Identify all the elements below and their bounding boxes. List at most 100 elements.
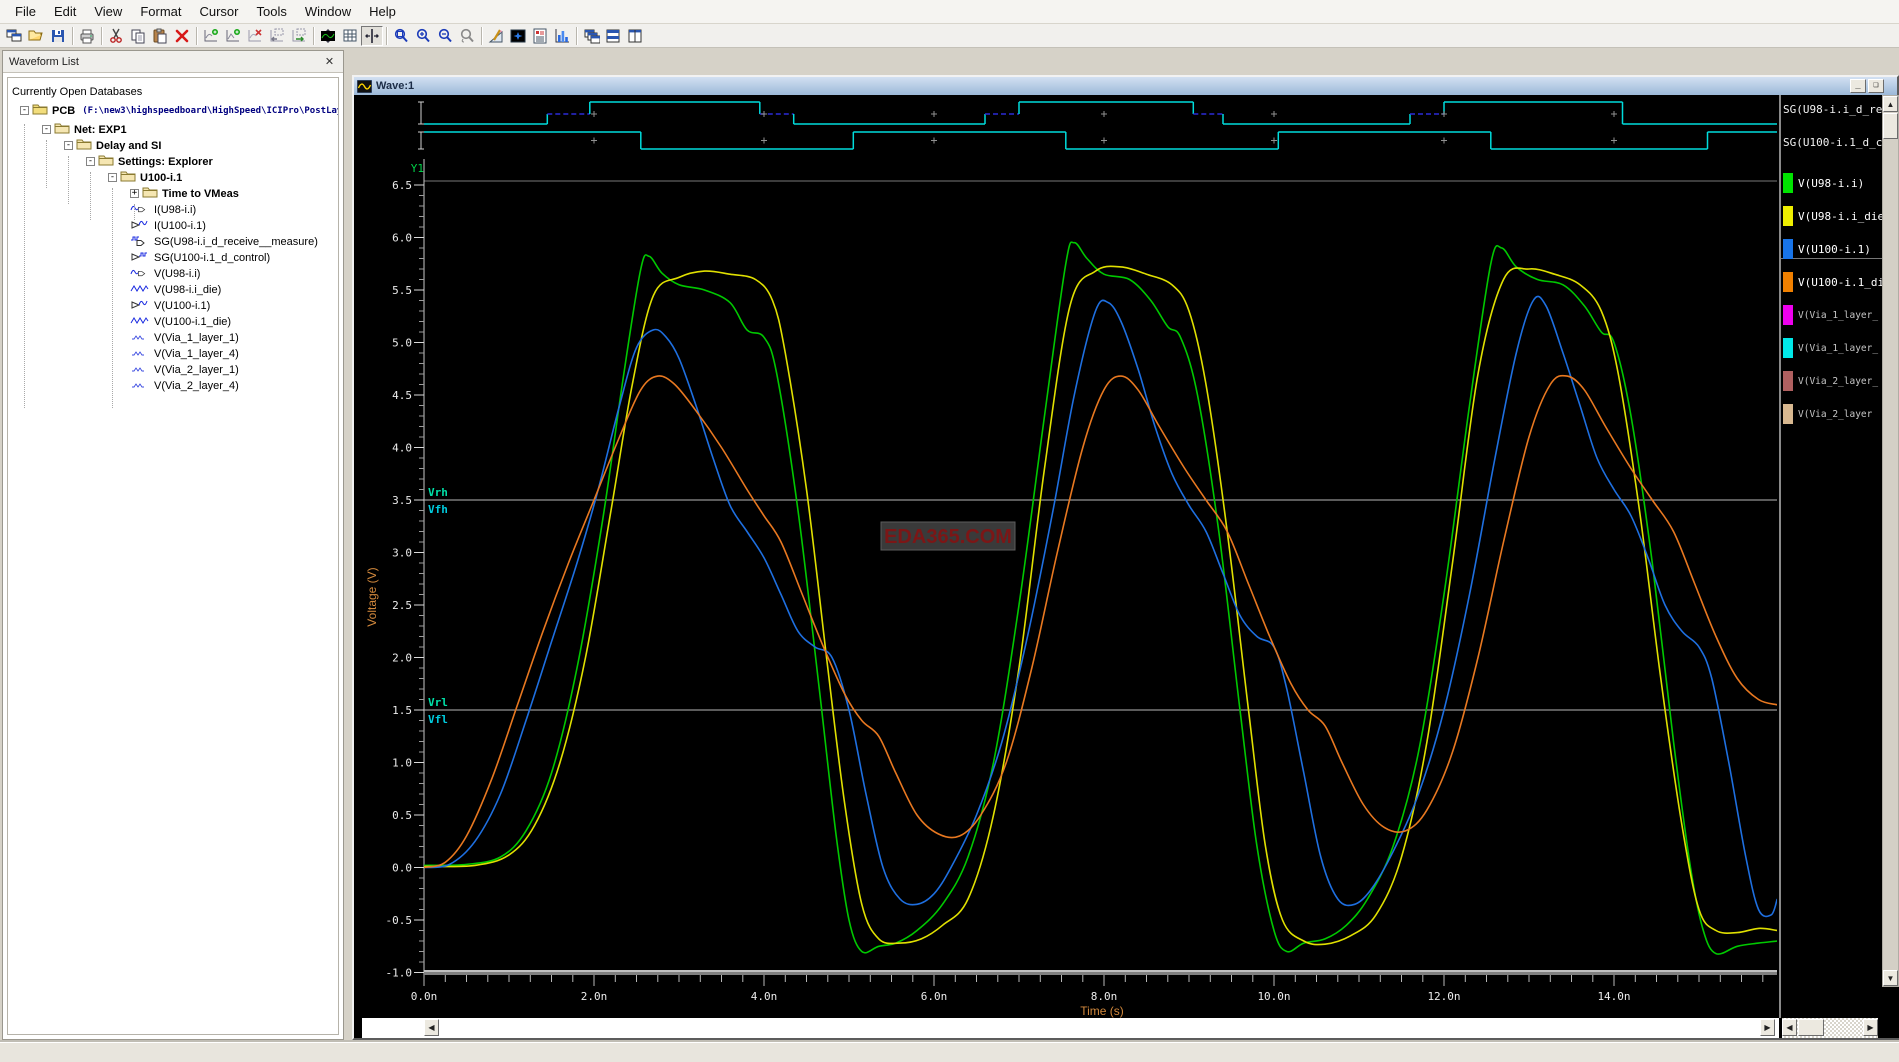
zoom-in-icon[interactable]	[412, 26, 434, 46]
display-settings-icon[interactable]	[507, 26, 529, 46]
plot-horizontal-scrollbar[interactable]: ◀ ▶	[362, 1018, 1779, 1038]
zoom-previous-icon[interactable]	[456, 26, 478, 46]
add-signal-icon[interactable]	[222, 26, 244, 46]
svg-text:5.5: 5.5	[392, 284, 412, 297]
measure-icon[interactable]	[485, 26, 507, 46]
tree-folder-time-to-vmeas[interactable]: + Time to VMeas	[8, 186, 239, 201]
menu-tools[interactable]: Tools	[248, 1, 296, 22]
folder-icon	[98, 153, 114, 171]
paste-icon[interactable]	[149, 26, 171, 46]
folder-icon	[54, 121, 70, 139]
expander-minus-icon[interactable]: -	[42, 125, 51, 134]
tree-item-signal[interactable]: V(Via_1_layer_4)	[8, 346, 239, 361]
svg-text:0.0n: 0.0n	[411, 990, 438, 1003]
legend-item[interactable]: V(U98-i.i_die)	[1783, 206, 1882, 226]
maximize-button[interactable]: ❏	[1868, 79, 1884, 93]
tree-folder-pcb[interactable]: - PCB (F:\new3\highspeedboard\HighSpeed\IC…	[8, 103, 338, 118]
expander-minus-icon[interactable]: -	[86, 157, 95, 166]
tile-vertical-icon[interactable]	[624, 26, 646, 46]
scroll-up-icon[interactable]: ▲	[1883, 96, 1898, 112]
vscroll-thumb[interactable]	[1883, 113, 1898, 139]
toolbar-separator	[576, 26, 577, 45]
tree-guide-line	[90, 172, 91, 220]
toolbar-separator	[101, 26, 102, 45]
delete-axis-icon[interactable]	[244, 26, 266, 46]
scroll-right-icon[interactable]: ▶	[1760, 1019, 1775, 1036]
toolbar-separator	[196, 26, 197, 45]
cut-icon[interactable]	[105, 26, 127, 46]
wave-titlebar[interactable]: Wave:1 _ ❏	[354, 77, 1897, 95]
marker-icon[interactable]	[361, 25, 383, 46]
menu-file[interactable]: File	[6, 1, 45, 22]
expander-plus-icon[interactable]: +	[130, 189, 139, 198]
status-bar	[0, 1042, 1899, 1062]
move-signal-left-icon[interactable]	[266, 26, 288, 46]
minimize-button[interactable]: _	[1850, 79, 1866, 93]
legend-hscroll-thumb[interactable]	[1798, 1019, 1824, 1036]
cascade-windows-icon[interactable]	[580, 26, 602, 46]
new-waveform-window-icon[interactable]	[3, 26, 25, 46]
wave-plot-area: Y1 -1.0 -0.5 0.0 0.5 1.0 1.5 2.0 2.5 3.0 3.5 4.0 4.5…	[354, 95, 1899, 1038]
menu-view[interactable]: View	[85, 1, 131, 22]
save-icon[interactable]	[47, 26, 69, 46]
copy-icon[interactable]	[127, 26, 149, 46]
tree-folder-net-exp1[interactable]: - Net: EXP1	[8, 122, 127, 137]
close-icon[interactable]: ✕	[322, 54, 337, 69]
menu-cursor[interactable]: Cursor	[190, 1, 247, 22]
legend-item[interactable]: V(U100-i.1)	[1783, 239, 1871, 259]
tree-item-signal[interactable]: V(Via_1_layer_1)	[8, 330, 239, 345]
scroll-left-icon[interactable]: ◀	[424, 1019, 439, 1036]
waveform-chart[interactable]: Y1 -1.0 -0.5 0.0 0.5 1.0 1.5 2.0 2.5 3.0 3.5 4.0 4.5…	[362, 95, 1777, 1018]
legend-item[interactable]: V(U98-i.i)	[1783, 173, 1864, 193]
pan-wave-icon[interactable]	[317, 26, 339, 46]
move-signal-right-icon[interactable]	[288, 26, 310, 46]
menu-help[interactable]: Help	[360, 1, 405, 22]
legend-item[interactable]: V(Via_1_layer_	[1783, 338, 1878, 358]
wave-window: Wave:1 _ ❏ Y1 -1.0 -0.5 0.0 0.5 1.0 1.5 2.0 2.5 3…	[352, 75, 1899, 1040]
tree-folder-settings-explorer[interactable]: - Settings: Explorer	[8, 154, 213, 169]
legend-digital-label[interactable]: SG(U100-i.1_d_co	[1783, 136, 1882, 149]
tree-item-signal[interactable]: V(U100-i.1_die)	[8, 314, 231, 329]
scroll-down-icon[interactable]: ▼	[1883, 970, 1898, 986]
legend-scroll-left-icon[interactable]: ◀	[1782, 1019, 1797, 1036]
zoom-region-icon[interactable]	[390, 26, 412, 46]
report-icon[interactable]	[529, 26, 551, 46]
tile-horizontal-icon[interactable]	[602, 26, 624, 46]
tree-item-signal[interactable]: SG(U98-i.i_d_receive__measure)	[8, 234, 318, 249]
tree-folder-delay-and-si[interactable]: - Delay and SI	[8, 138, 161, 153]
tree-item-signal[interactable]: V(Via_2_layer_1)	[8, 362, 239, 377]
menu-format[interactable]: Format	[131, 1, 190, 22]
menu-window[interactable]: Window	[296, 1, 360, 22]
legend-digital-label[interactable]: SG(U98-i.i_d_rec	[1783, 103, 1882, 116]
legend-item[interactable]: V(U100-i.1_die	[1783, 272, 1882, 292]
print-icon[interactable]	[76, 26, 98, 46]
svg-text:0.0: 0.0	[392, 862, 412, 875]
tree-item-signal[interactable]: SG(U100-i.1_d_control)	[8, 250, 270, 265]
expander-minus-icon[interactable]: -	[64, 141, 73, 150]
tree-item-signal[interactable]: V(Via_2_layer_4)	[8, 378, 239, 393]
legend-item[interactable]: V(Via_2_layer	[1783, 404, 1872, 424]
zoom-out-icon[interactable]	[434, 26, 456, 46]
grid-icon[interactable]	[339, 26, 361, 46]
legend-scroll-right-icon[interactable]: ▶	[1863, 1019, 1878, 1036]
legend-item[interactable]: V(Via_2_layer_	[1783, 371, 1878, 391]
tree-item-signal[interactable]: I(U98-i.i)	[8, 202, 196, 217]
legend-horizontal-scrollbar[interactable]: ◀ ▶	[1782, 1018, 1878, 1038]
menu-edit[interactable]: Edit	[45, 1, 85, 22]
tree-item-signal[interactable]: V(U98-i.i)	[8, 266, 200, 281]
toolbar	[0, 24, 1899, 48]
histogram-icon[interactable]	[551, 26, 573, 46]
tree-folder-u100-i-1[interactable]: - U100-i.1	[8, 170, 182, 185]
tree-item-signal[interactable]: I(U100-i.1)	[8, 218, 206, 233]
add-axis-icon[interactable]	[200, 26, 222, 46]
legend-item[interactable]: V(Via_1_layer_	[1783, 305, 1878, 325]
open-folder-icon[interactable]	[25, 26, 47, 46]
expander-minus-icon[interactable]: -	[108, 173, 117, 182]
expander-minus-icon[interactable]: -	[20, 106, 29, 115]
tree-item-signal[interactable]: V(U98-i.i_die)	[8, 282, 221, 297]
tree-item-signal[interactable]: V(U100-i.1)	[8, 298, 210, 313]
legend-color-swatch	[1783, 338, 1793, 358]
svg-text:-1.0: -1.0	[386, 967, 413, 980]
legend-vertical-scrollbar[interactable]: ▲ ▼	[1882, 95, 1899, 987]
delete-icon[interactable]	[171, 26, 193, 46]
